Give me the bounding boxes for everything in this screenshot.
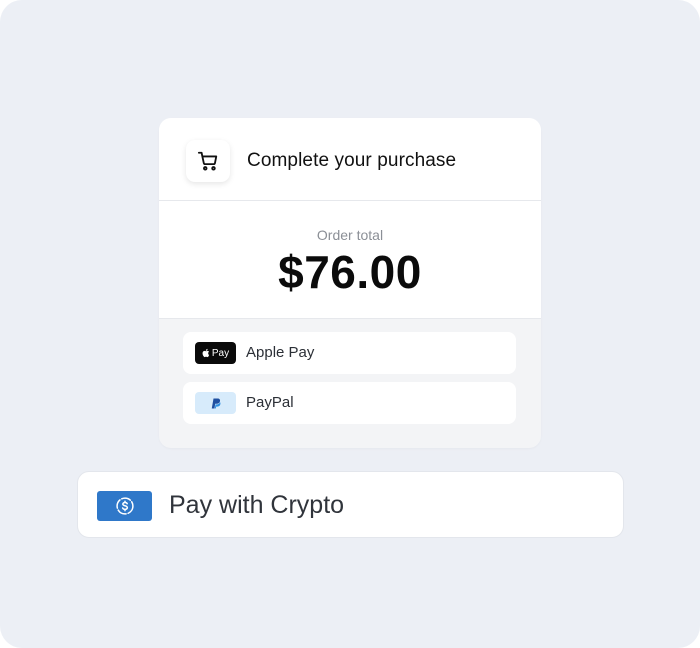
- order-total-section: Order total $76.00: [159, 201, 541, 319]
- card-header: Complete your purchase: [159, 118, 541, 201]
- pay-with-crypto-button[interactable]: Pay with Crypto: [77, 471, 624, 538]
- dollar-circle-icon: [115, 497, 134, 515]
- canvas-background: Complete your purchase Order total $76.0…: [0, 0, 700, 648]
- checkout-card: Complete your purchase Order total $76.0…: [159, 118, 541, 448]
- paypal-logo-icon: [211, 398, 220, 408]
- page-title: Complete your purchase: [247, 150, 457, 171]
- order-total-amount: $76.00: [278, 246, 422, 298]
- dollar-coin-icon: [97, 491, 152, 521]
- cart-icon-box: [186, 140, 230, 182]
- paypal-label: PayPal: [246, 394, 294, 411]
- pay-with-crypto-label: Pay with Crypto: [169, 491, 345, 519]
- paypal-icon: [195, 392, 236, 414]
- apple-pay-badge-text: Pay: [211, 347, 230, 359]
- paypal-option[interactable]: PayPal: [183, 382, 516, 424]
- apple-logo-icon: [202, 348, 210, 358]
- apple-pay-option[interactable]: Pay Apple Pay: [183, 332, 516, 374]
- apple-pay-label: Apple Pay: [246, 344, 315, 361]
- order-total-label: Order total: [316, 227, 384, 243]
- cart-icon: [197, 151, 218, 171]
- apple-pay-icon: Pay: [195, 342, 236, 364]
